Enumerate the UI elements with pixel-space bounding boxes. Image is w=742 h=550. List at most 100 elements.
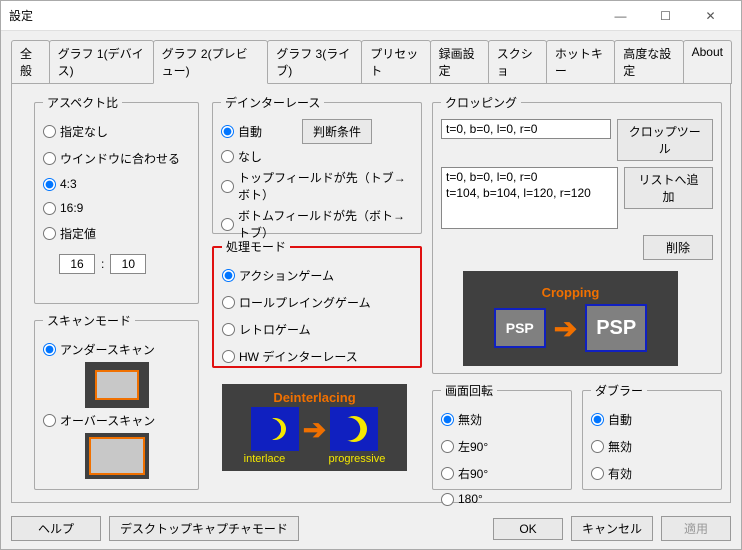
rotate-label-0: 無効	[458, 411, 482, 428]
tab-0[interactable]: 全般	[11, 40, 50, 84]
proc-label-3: HW デインターレース	[239, 348, 358, 365]
proc-radio-0[interactable]	[222, 269, 235, 282]
doubler-label-2: 有効	[608, 465, 632, 482]
proc-label-0: アクションゲーム	[239, 267, 334, 284]
aspect-options: 指定なしウインドウに合わせる 4:3 16:9 指定値	[43, 119, 190, 246]
proc-radio-3[interactable]	[222, 350, 235, 363]
doubler-options: 自動無効有効	[591, 407, 713, 486]
doubler-label-0: 自動	[608, 411, 632, 428]
arrow-icon: ➔	[303, 413, 326, 446]
processing-mode-options: アクションゲームロールプレイングゲームレトロゲーム HW デインターレース	[222, 263, 412, 369]
minimize-button[interactable]: —	[598, 2, 643, 30]
aspect-radio-2[interactable]	[43, 178, 56, 191]
crop-current-input[interactable]	[441, 119, 611, 139]
crop-img-title: Cropping	[542, 285, 600, 300]
doubler-radio-2[interactable]	[591, 467, 604, 480]
deint-img-title: Deinterlacing	[273, 390, 355, 405]
tab-3[interactable]: グラフ 3(ライブ)	[267, 40, 362, 84]
doubler-legend: ダブラー	[591, 382, 647, 399]
proc-radio-1[interactable]	[222, 296, 235, 309]
aspect-h-input[interactable]	[110, 254, 146, 274]
tab-1[interactable]: グラフ 1(デバイス)	[49, 40, 154, 84]
titlebar: 設定 — ☐ ✕	[1, 1, 741, 31]
tab-2[interactable]: グラフ 2(プレビュー)	[153, 40, 269, 84]
aspect-label-1: ウインドウに合わせる	[60, 150, 180, 167]
scan-underscan-label: アンダースキャン	[60, 341, 155, 358]
crop-add-button[interactable]: リストへ追加	[624, 167, 713, 209]
scan-legend: スキャンモード	[43, 312, 135, 329]
underscan-illustration	[85, 362, 149, 408]
crop-list[interactable]: t=0, b=0, l=0, r=0t=104, b=104, l=120, r…	[441, 167, 618, 229]
help-button[interactable]: ヘルプ	[11, 516, 101, 541]
deint-bottom-radio[interactable]	[221, 218, 234, 231]
deinterlace-group: デインターレース 自動 判断条件 なし トップフィールドが先（トブ→ボト） ボト…	[212, 94, 422, 234]
rotate-label-3: 180°	[458, 492, 483, 506]
doubler-group: ダブラー 自動無効有効	[582, 382, 722, 490]
cancel-button[interactable]: キャンセル	[571, 516, 653, 541]
aspect-label-4: 指定値	[60, 225, 96, 242]
apply-button[interactable]: 適用	[661, 516, 731, 541]
rotate-radio-1[interactable]	[441, 440, 454, 453]
aspect-group: アスペクト比 指定なしウインドウに合わせる 4:3 16:9 指定値 :	[34, 94, 199, 304]
crop-tool-button[interactable]: クロップツール	[617, 119, 713, 161]
doubler-radio-1[interactable]	[591, 440, 604, 453]
crop-list-item[interactable]: t=104, b=104, l=120, r=120	[446, 186, 613, 202]
proc-radio-2[interactable]	[222, 323, 235, 336]
deint-none-radio[interactable]	[221, 150, 234, 163]
desktop-capture-button[interactable]: デスクトップキャプチャモード	[109, 516, 299, 541]
settings-window: 設定 — ☐ ✕ 全般グラフ 1(デバイス)グラフ 2(プレビュー)グラフ 3(…	[0, 0, 742, 550]
cropping-legend: クロッピング	[441, 94, 521, 111]
proc-label-2: レトロゲーム	[239, 321, 311, 338]
scan-underscan-radio[interactable]	[43, 343, 56, 356]
crop-psp-big: PSP	[585, 304, 647, 352]
maximize-button[interactable]: ☐	[643, 2, 688, 30]
scan-overscan-radio[interactable]	[43, 414, 56, 427]
proc-label-1: ロールプレイングゲーム	[239, 294, 371, 311]
deint-none-label: なし	[238, 148, 262, 165]
deint-bottom-label: ボトムフィールドが先（ボト→トブ）	[238, 207, 413, 241]
rotation-group: 画面回転 無効左90°右90°180°	[432, 382, 572, 490]
judge-condition-button[interactable]: 判断条件	[302, 119, 372, 144]
aspect-label-0: 指定なし	[60, 123, 108, 140]
deinterlacing-illustration: Deinterlacing ➔ interlace progressive	[222, 384, 407, 471]
crop-list-item[interactable]: t=0, b=0, l=0, r=0	[446, 170, 613, 186]
deint-top-label: トップフィールドが先（トブ→ボト）	[238, 169, 413, 203]
bottom-bar: ヘルプ デスクトップキャプチャモード OK キャンセル 適用	[11, 516, 731, 541]
crop-delete-button[interactable]: 削除	[643, 235, 713, 260]
aspect-radio-4[interactable]	[43, 227, 56, 240]
tab-4[interactable]: プリセット	[361, 40, 430, 84]
arrow-icon: ➔	[554, 312, 577, 345]
tab-9[interactable]: About	[683, 40, 732, 84]
aspect-legend: アスペクト比	[43, 94, 122, 111]
rotate-radio-3[interactable]	[441, 493, 454, 506]
aspect-label-3: 16:9	[60, 201, 83, 215]
cropping-illustration: Cropping PSP ➔ PSP	[463, 271, 678, 366]
tab-7[interactable]: ホットキー	[546, 40, 615, 84]
aspect-radio-3[interactable]	[43, 202, 56, 215]
rotate-radio-0[interactable]	[441, 413, 454, 426]
doubler-radio-0[interactable]	[591, 413, 604, 426]
deinterlace-legend: デインターレース	[221, 94, 324, 111]
deint-auto-radio[interactable]	[221, 125, 234, 138]
rotate-radio-2[interactable]	[441, 467, 454, 480]
tab-5[interactable]: 録画設定	[430, 40, 489, 84]
cropping-group: クロッピング クロップツール t=0, b=0, l=0, r=0t=104, …	[432, 94, 722, 374]
deint-top-radio[interactable]	[221, 180, 234, 193]
aspect-label-2: 4:3	[60, 177, 77, 191]
scan-overscan-label: オーバースキャン	[60, 412, 155, 429]
rotate-label-1: 左90°	[458, 438, 488, 455]
tab-8[interactable]: 高度な設定	[614, 40, 683, 84]
aspect-radio-0[interactable]	[43, 125, 56, 138]
close-button[interactable]: ✕	[688, 2, 733, 30]
aspect-radio-1[interactable]	[43, 152, 56, 165]
processing-mode-group: 処理モード アクションゲームロールプレイングゲームレトロゲーム HW デインターレ…	[212, 238, 422, 368]
doubler-label-1: 無効	[608, 438, 632, 455]
crop-psp-small: PSP	[494, 308, 546, 348]
aspect-w-input[interactable]	[59, 254, 95, 274]
processing-mode-legend: 処理モード	[222, 238, 290, 255]
rotate-label-2: 右90°	[458, 465, 488, 482]
aspect-colon: :	[101, 257, 104, 271]
ok-button[interactable]: OK	[493, 518, 563, 540]
tab-6[interactable]: スクショ	[488, 40, 547, 84]
rotation-legend: 画面回転	[441, 382, 497, 399]
